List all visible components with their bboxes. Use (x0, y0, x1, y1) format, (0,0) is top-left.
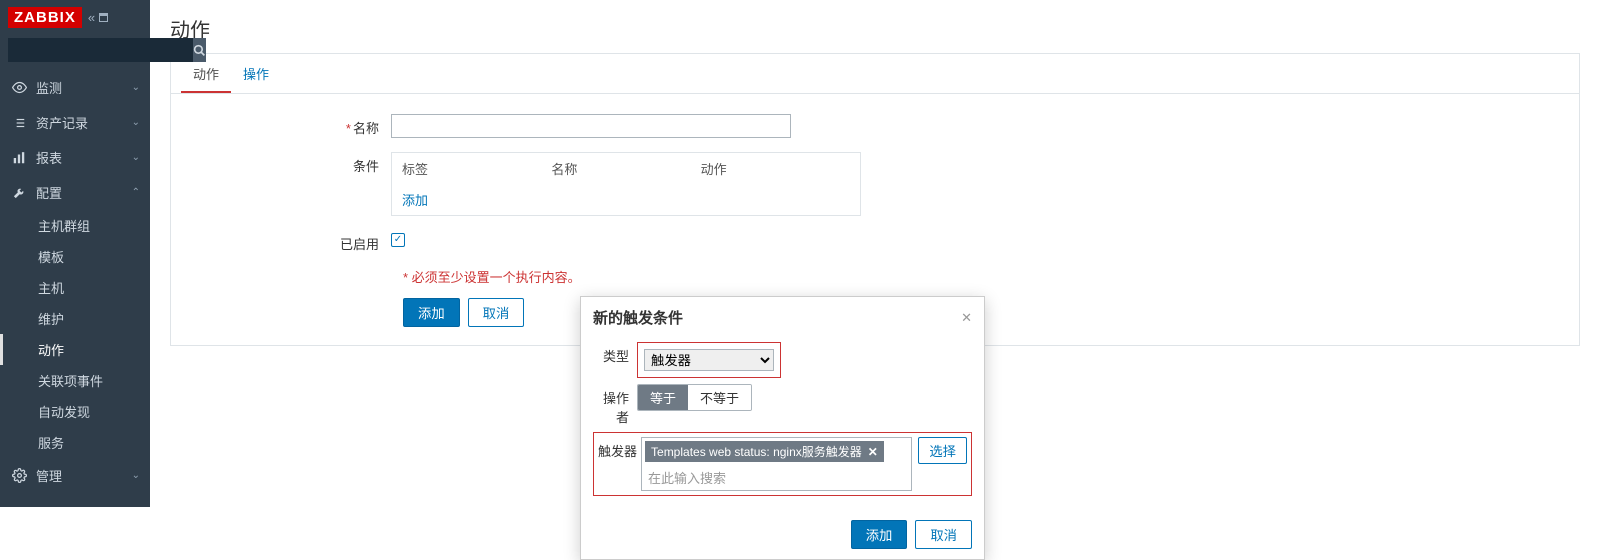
modal-add-button[interactable]: 添加 (851, 520, 908, 549)
bar-chart-icon (10, 151, 28, 165)
enabled-checkbox[interactable]: ✓ (391, 233, 405, 247)
trigger-tag: Templates web status: nginx服务触发器 ✕ (645, 441, 884, 462)
warning-text: 必须至少设置一个执行内容。 (412, 270, 581, 285)
sidebar: ZABBIX « 监测 ⌄ 资产记录 ⌄ 报表 ⌄ (0, 0, 150, 507)
name-input[interactable] (391, 114, 791, 138)
search-input[interactable] (8, 38, 193, 62)
nav-monitoring[interactable]: 监测 ⌄ (0, 70, 150, 105)
nav-config-maintenance[interactable]: 维护 (0, 303, 150, 334)
operator-neq[interactable]: 不等于 (688, 385, 751, 410)
nav-reports[interactable]: 报表 ⌄ (0, 140, 150, 175)
tab-operation[interactable]: 操作 (231, 54, 281, 93)
cond-header-name: 名称 (551, 159, 700, 178)
nav-config[interactable]: 配置 ⌃ (0, 175, 150, 210)
chevron-down-icon: ⌄ (132, 82, 140, 93)
nav-config-hosts[interactable]: 主机 (0, 272, 150, 303)
modal-cancel-button[interactable]: 取消 (915, 520, 972, 549)
enabled-label: 已启用 (340, 237, 379, 252)
nav-config-actions[interactable]: 动作 (0, 334, 150, 365)
nav-admin[interactable]: 管理 ⌄ (0, 458, 150, 493)
trigger-multiselect[interactable]: Templates web status: nginx服务触发器 ✕ 在此输入搜… (641, 437, 912, 491)
chevron-up-icon: ⌃ (132, 187, 140, 198)
operator-label: 操作者 (593, 384, 637, 426)
cond-header-action: 动作 (701, 159, 850, 178)
expand-icon[interactable] (99, 13, 108, 22)
add-button[interactable]: 添加 (403, 298, 460, 327)
trigger-search-placeholder[interactable]: 在此输入搜索 (642, 465, 911, 490)
remove-tag-icon[interactable]: ✕ (868, 445, 878, 459)
nav-config-eventcorr[interactable]: 关联项事件 (0, 365, 150, 396)
nav-inventory[interactable]: 资产记录 ⌄ (0, 105, 150, 140)
name-label: 名称 (353, 121, 379, 136)
condition-label: 条件 (353, 159, 379, 174)
modal-title: 新的触发条件 (593, 307, 961, 328)
cond-header-tag: 标签 (402, 159, 551, 178)
cancel-button[interactable]: 取消 (468, 298, 525, 327)
type-label: 类型 (593, 342, 637, 365)
trigger-label: 触发器 (598, 437, 637, 460)
nav-config-discovery[interactable]: 自动发现 (0, 396, 150, 427)
collapse-icon[interactable]: « (88, 10, 95, 25)
chevron-down-icon: ⌄ (132, 152, 140, 163)
search-button[interactable] (193, 38, 206, 62)
close-icon[interactable]: ✕ (961, 310, 972, 326)
condition-modal: 新的触发条件 ✕ 类型 触发器 操作者 等于 不等于 触发 (580, 296, 985, 560)
condition-table: 标签 名称 动作 添加 (391, 152, 861, 216)
list-icon (10, 116, 28, 130)
operator-toggle: 等于 不等于 (637, 384, 752, 411)
nav-config-templates[interactable]: 模板 (0, 241, 150, 272)
wrench-icon (10, 185, 28, 200)
eye-icon (10, 80, 28, 95)
chevron-down-icon: ⌄ (132, 470, 140, 481)
nav-config-hostgroups[interactable]: 主机群组 (0, 210, 150, 241)
chevron-down-icon: ⌄ (132, 117, 140, 128)
type-select[interactable]: 触发器 (644, 349, 774, 371)
condition-add-link[interactable]: 添加 (402, 190, 428, 209)
logo[interactable]: ZABBIX (8, 7, 82, 28)
select-button[interactable]: 选择 (918, 437, 967, 464)
operator-eq[interactable]: 等于 (638, 385, 688, 410)
nav-config-services[interactable]: 服务 (0, 427, 150, 458)
gear-icon (10, 468, 28, 483)
